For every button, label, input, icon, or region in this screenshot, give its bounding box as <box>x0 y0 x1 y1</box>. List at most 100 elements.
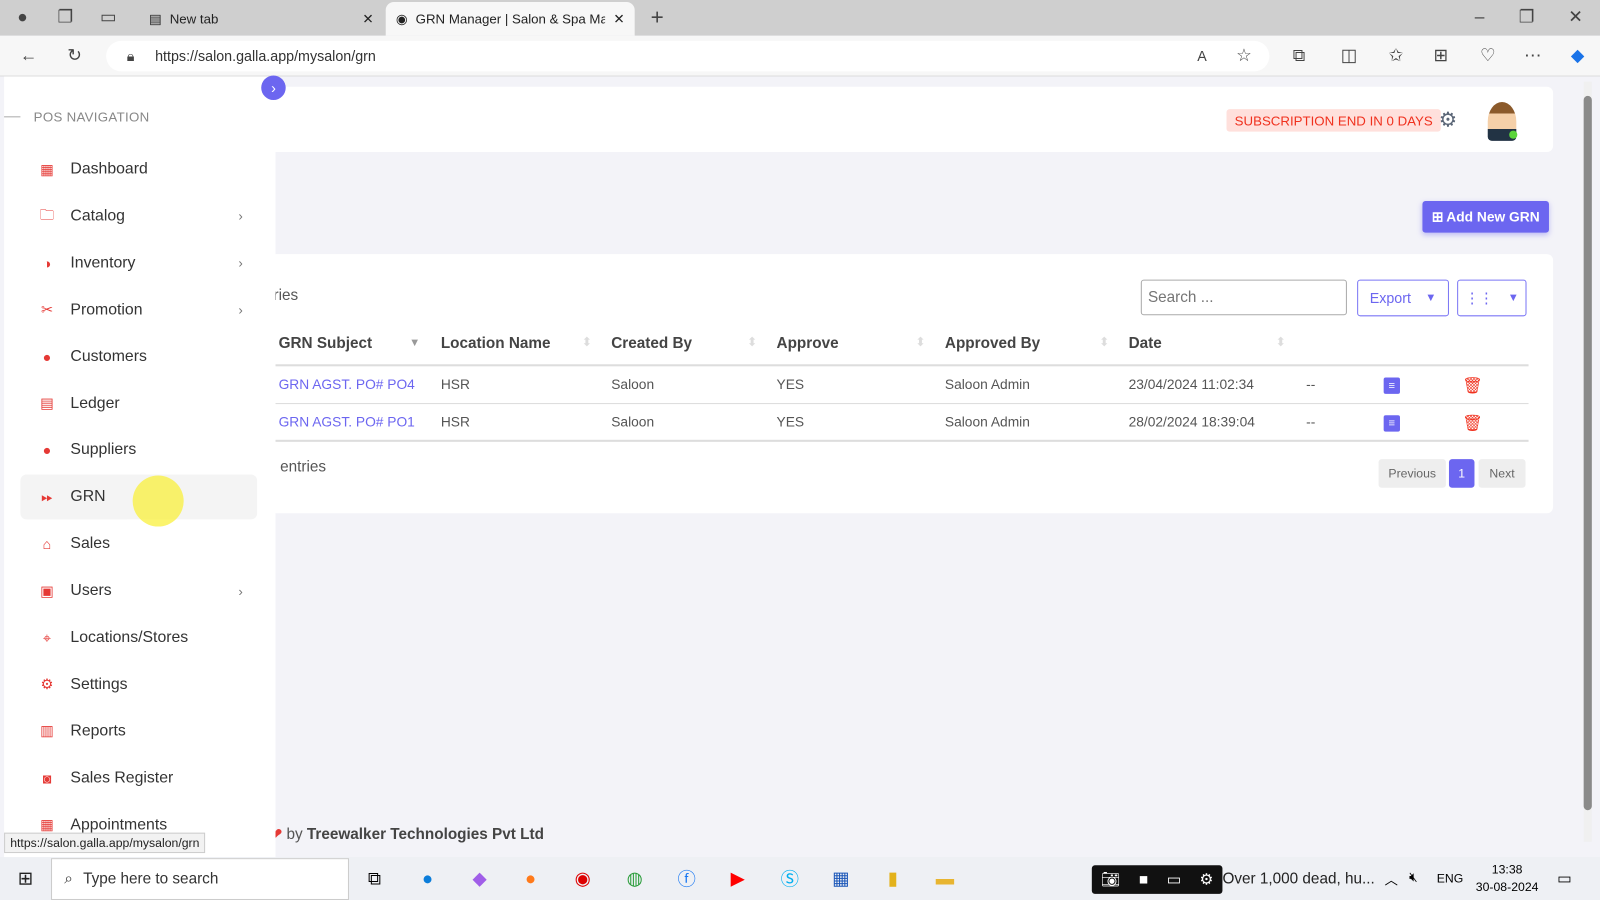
report-icon: ▥ <box>40 722 54 740</box>
clock[interactable]: 13:38 30-08-2024 <box>1475 862 1539 894</box>
search-input[interactable] <box>1140 279 1347 316</box>
profile-icon[interactable]: ● <box>8 3 37 32</box>
column-header-approved-by[interactable]: Approved By <box>945 335 1040 352</box>
tab-grn-manager[interactable]: ◉ GRN Manager | Salon & Spa Man ✕ <box>385 2 635 36</box>
chevron-up-icon[interactable]: ︿ <box>1385 869 1398 888</box>
chevron-right-icon: › <box>238 583 243 599</box>
sidebar-item-reports[interactable]: ▥ Reports <box>20 709 257 754</box>
store-icon[interactable]: ▦ <box>823 863 858 894</box>
notifications-icon[interactable]: ▭ <box>1557 869 1571 887</box>
window-icon[interactable]: ▭ <box>1167 870 1181 888</box>
close-icon[interactable]: ✕ <box>613 11 624 27</box>
sidebar-item-sales-register[interactable]: ◙ Sales Register <box>20 756 257 801</box>
youtube-icon[interactable]: ▶ <box>720 863 755 894</box>
refresh-icon[interactable]: ↻ <box>60 42 89 71</box>
copilot-icon[interactable]: ◆ <box>1563 42 1592 71</box>
firefox-icon[interactable]: ● <box>513 863 548 894</box>
sidebar-item-users[interactable]: ▣ Users › <box>20 568 257 613</box>
sidebar-item-ledger[interactable]: ▤ Ledger <box>20 381 257 426</box>
sort-icon[interactable]: ⬍ <box>915 335 925 349</box>
taskbar-search[interactable]: ⌕ Type here to search <box>51 858 349 900</box>
favorites-icon[interactable]: ✩ <box>1382 42 1411 71</box>
column-header-location[interactable]: Location Name <box>441 335 551 352</box>
facebook-icon[interactable]: ⓕ <box>669 863 704 894</box>
sidebar-item-label: Users <box>70 581 112 600</box>
sidebar-item-customers[interactable]: ● Customers <box>20 334 257 379</box>
location-icon: ⌖ <box>42 629 51 646</box>
sidebar-item-inventory[interactable]: ◑ Inventory › <box>20 241 257 286</box>
recorder-icon[interactable]: ◉ <box>565 863 600 894</box>
sidebar-toggle-button[interactable]: › <box>261 75 286 100</box>
sidebar-item-settings[interactable]: ⚙ Settings <box>20 662 257 707</box>
view-details-icon[interactable]: ≡ <box>1383 415 1400 432</box>
sort-icon[interactable]: ⬍ <box>747 335 757 349</box>
volume-muted-icon[interactable]: 🔇︎ <box>1409 869 1417 885</box>
read-aloud-icon[interactable]: A <box>1188 42 1217 71</box>
delete-icon[interactable]: 🗑︎ <box>1462 376 1483 396</box>
scrollbar-thumb[interactable] <box>1583 95 1592 811</box>
copilot-icon[interactable]: ◆ <box>462 863 497 894</box>
collections-icon[interactable]: ❐ <box>51 3 80 32</box>
sidebar-item-dashboard[interactable]: ▦ Dashboard <box>20 147 257 192</box>
sidebar-item-suppliers[interactable]: ● Suppliers <box>20 428 257 473</box>
previous-page-button[interactable]: Previous <box>1378 459 1446 488</box>
video-icon[interactable]: ■ <box>1139 871 1148 888</box>
close-icon[interactable]: ✕ <box>362 11 373 27</box>
collections-icon[interactable]: ⊞ <box>1427 42 1456 71</box>
sidebar-item-promotion[interactable]: ✂ Promotion › <box>20 287 257 332</box>
sort-desc-icon[interactable]: ▼ <box>409 337 420 349</box>
windows-start-icon[interactable]: ⊞ <box>8 863 43 894</box>
view-details-icon[interactable]: ≡ <box>1383 377 1400 394</box>
column-header-created-by[interactable]: Created By <box>611 335 692 352</box>
favorite-icon[interactable]: ☆ <box>1230 42 1259 71</box>
sort-icon[interactable]: ⬍ <box>1099 335 1109 349</box>
more-icon[interactable]: ⋯ <box>1518 42 1547 71</box>
back-icon[interactable]: ← <box>14 42 43 71</box>
scrollbar-track[interactable] <box>1583 81 1592 842</box>
column-header-date[interactable]: Date <box>1129 335 1162 352</box>
task-view-icon[interactable]: ⧉ <box>357 863 392 894</box>
add-new-grn-button[interactable]: ⊞ Add New GRN <box>1422 201 1549 233</box>
file-explorer-icon[interactable]: ▬ <box>928 863 963 894</box>
sort-icon[interactable]: ⬍ <box>1276 335 1286 349</box>
tab-new-tab[interactable]: ▤ New tab ✕ <box>139 2 384 36</box>
capture-toolbar[interactable]: 📷︎ ■ ▭ ⚙ <box>1091 865 1223 894</box>
new-tab-icon[interactable]: + <box>643 3 672 32</box>
grn-subject-link[interactable]: GRN AGST. PO# PO1 <box>279 414 415 429</box>
export-button[interactable]: Export ▼ <box>1357 279 1449 317</box>
url-input[interactable]: https://salon.galla.app/mysalon/grn <box>106 40 1270 72</box>
language-indicator[interactable]: ENG <box>1437 871 1464 885</box>
column-header-grn-subject[interactable]: GRN Subject <box>279 335 373 352</box>
sidebar-item-sales[interactable]: ⌂ Sales <box>20 522 257 567</box>
gear-icon[interactable]: ⚙ <box>1199 870 1213 888</box>
lock-icon[interactable]: 🔒︎ <box>116 42 145 71</box>
extensions-icon[interactable]: ⧉ <box>1285 42 1314 71</box>
chrome-icon[interactable]: ◍ <box>617 863 652 894</box>
column-visibility-button[interactable]: ⋮⋮ ▼ <box>1457 279 1527 317</box>
restore-icon[interactable]: ❐ <box>1512 3 1541 32</box>
edge-icon[interactable]: ● <box>410 863 445 894</box>
sidebar-item-catalog[interactable]: 🗀︎ Catalog › <box>20 194 257 239</box>
column-header-approve[interactable]: Approve <box>777 335 839 352</box>
split-screen-icon[interactable]: ◫ <box>1335 42 1364 71</box>
delete-icon[interactable]: 🗑︎ <box>1462 413 1483 433</box>
app-icon[interactable]: ▮ <box>876 863 911 894</box>
sort-icon[interactable]: ⬍ <box>582 335 592 349</box>
entries-info: 2 entries <box>267 458 327 476</box>
next-page-button[interactable]: Next <box>1478 459 1526 488</box>
minimize-icon[interactable]: – <box>1465 3 1494 32</box>
page-1-button[interactable]: 1 <box>1448 459 1475 488</box>
cell-approve: YES <box>776 414 805 430</box>
gear-icon[interactable]: ⚙ <box>1434 105 1463 134</box>
site-icon: ◉ <box>395 10 408 27</box>
register-icon: ◙ <box>42 770 52 787</box>
sidebar-item-locations-stores[interactable]: ⌖ Locations/Stores <box>20 615 257 660</box>
tab-actions-icon[interactable]: ▭ <box>94 3 123 32</box>
news-widget[interactable]: Over 1,000 dead, hu... <box>1222 870 1374 887</box>
user-icon: ● <box>42 348 52 365</box>
camera-icon[interactable]: 📷︎ <box>1101 870 1120 888</box>
grn-subject-link[interactable]: GRN AGST. PO# PO4 <box>279 377 415 392</box>
skype-icon[interactable]: Ⓢ <box>772 863 807 894</box>
window-close-icon[interactable]: ✕ <box>1561 3 1590 32</box>
browser-essentials-icon[interactable]: ♡ <box>1473 42 1502 71</box>
